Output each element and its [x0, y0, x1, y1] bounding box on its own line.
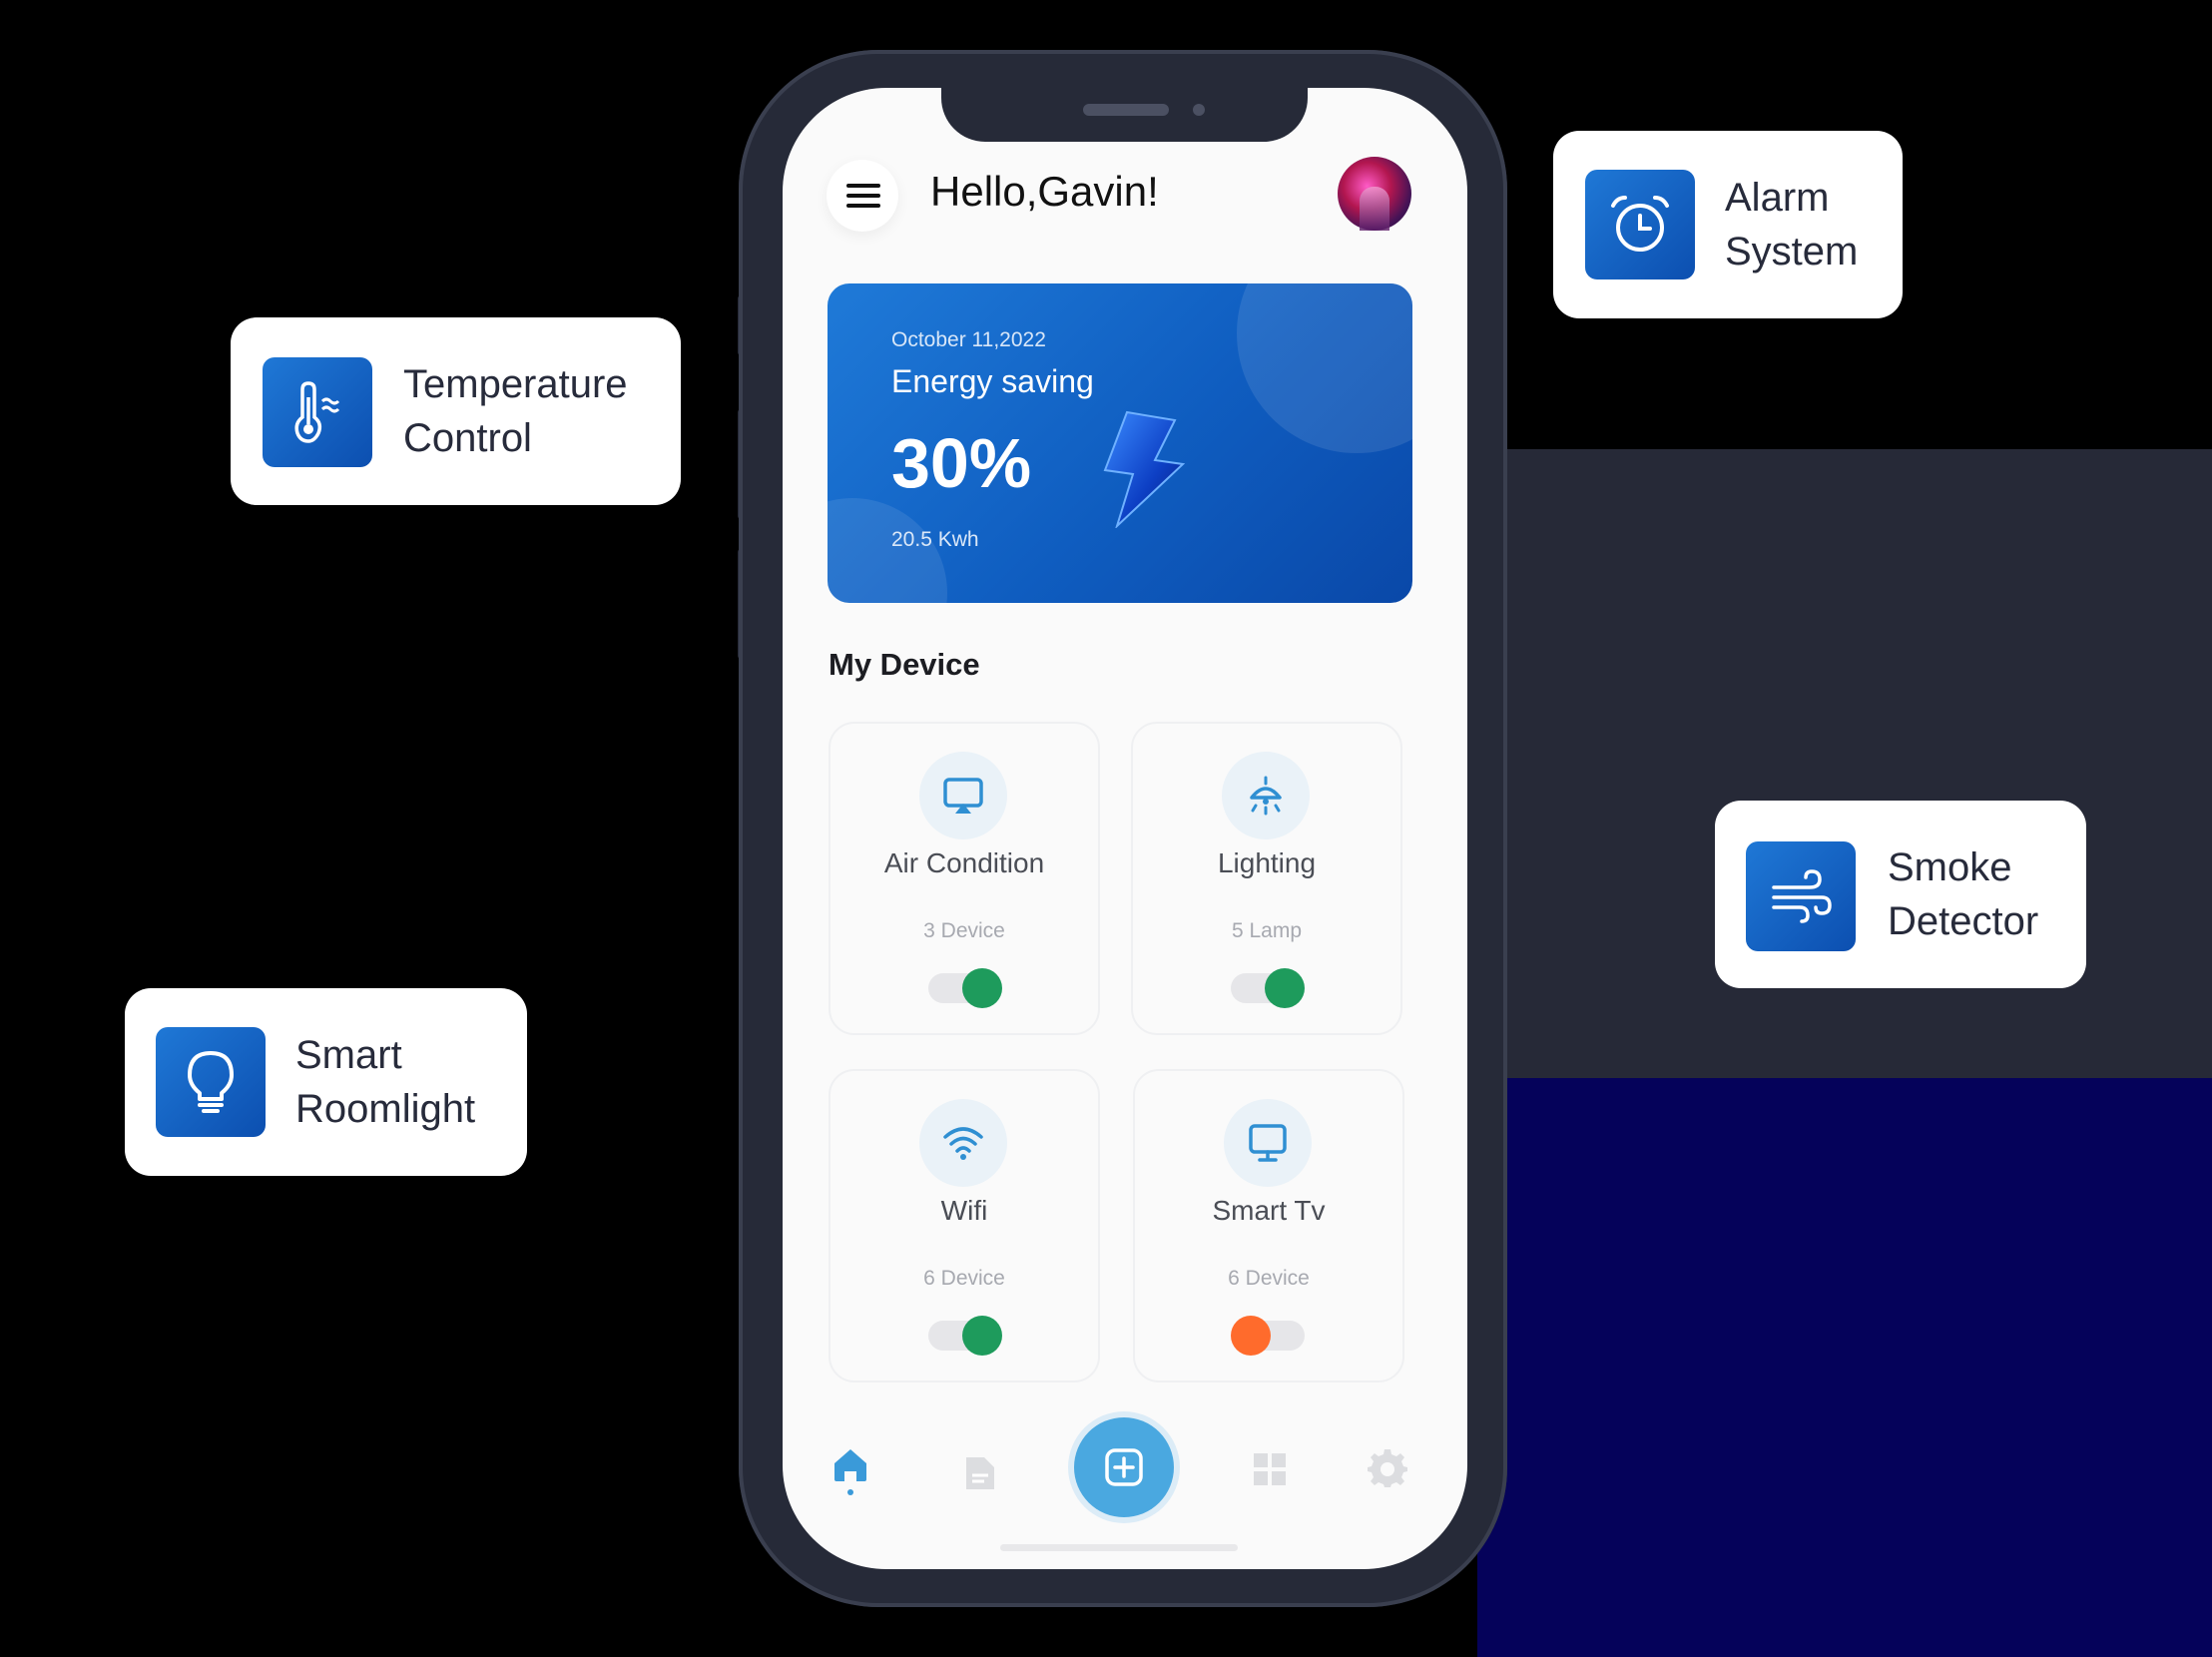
feature-title-line2: Roomlight	[295, 1087, 476, 1131]
phone-notch	[941, 88, 1308, 142]
thermometer-icon	[263, 357, 372, 467]
energy-percent: 30%	[891, 424, 1032, 502]
background-panel	[1477, 449, 2212, 1148]
camera	[1193, 104, 1205, 116]
wind-icon	[1746, 841, 1856, 951]
energy-title: Energy saving	[891, 363, 1094, 399]
avatar[interactable]	[1338, 157, 1411, 231]
feature-title-line1: Temperature	[403, 362, 628, 406]
my-device-title: My Device	[829, 647, 980, 682]
background-panel-blue	[1477, 1078, 2212, 1657]
device-name: Smart Tv	[1212, 1195, 1326, 1226]
feature-card-smart-roomlight[interactable]: Smart Roomlight	[125, 988, 527, 1176]
active-indicator	[847, 1489, 853, 1495]
device-card-wifi[interactable]: Wifi 6 Device	[829, 1069, 1100, 1382]
energy-date: October 11,2022	[891, 328, 1046, 351]
device-toggle[interactable]	[1231, 1316, 1305, 1356]
energy-kwh: 20.5 Kwh	[891, 528, 979, 551]
device-toggle[interactable]	[928, 968, 1002, 1008]
home-icon[interactable]	[830, 1445, 870, 1485]
feature-card-smoke-detector[interactable]: Smoke Detector	[1715, 801, 2086, 988]
wifi-icon	[919, 1099, 1007, 1187]
menu-button[interactable]	[827, 160, 898, 232]
air-conditioner-icon	[919, 752, 1007, 839]
lamp-icon	[1222, 752, 1310, 839]
device-card-smart-tv[interactable]: Smart Tv 6 Device	[1133, 1069, 1404, 1382]
gear-icon[interactable]	[1368, 1447, 1407, 1487]
add-button[interactable]	[1074, 1417, 1174, 1517]
device-count: 6 Device	[923, 1267, 1005, 1290]
device-card-lighting[interactable]: Lighting 5 Lamp	[1131, 722, 1402, 1035]
feature-title-line2: Control	[403, 416, 532, 460]
device-toggle[interactable]	[928, 1316, 1002, 1356]
feature-title-line1: Smart	[295, 1033, 402, 1077]
device-name: Wifi	[940, 1195, 988, 1226]
alarm-clock-icon	[1585, 170, 1695, 279]
speaker	[1083, 104, 1169, 116]
home-indicator	[1000, 1544, 1238, 1551]
feature-title-line1: Alarm	[1725, 176, 1830, 220]
feature-title-line1: Smoke	[1888, 845, 2012, 889]
greeting-title: Hello,Gavin!	[930, 168, 1159, 215]
feature-title-line2: System	[1725, 230, 1859, 274]
device-count: 6 Device	[1228, 1267, 1310, 1290]
feature-card-alarm-system[interactable]: Alarm System	[1553, 131, 1903, 318]
add-icon	[1105, 1448, 1143, 1486]
feature-card-temperature-control[interactable]: Temperature Control	[231, 317, 681, 505]
feature-title-line2: Detector	[1888, 899, 2039, 943]
device-count: 3 Device	[923, 919, 1005, 942]
device-count: 5 Lamp	[1231, 919, 1303, 942]
device-toggle[interactable]	[1231, 968, 1305, 1008]
monitor-icon	[1224, 1099, 1312, 1187]
document-icon[interactable]	[960, 1453, 1000, 1493]
lightning-bolt-icon	[1103, 410, 1186, 528]
device-name: Air Condition	[883, 847, 1045, 878]
energy-saving-card[interactable]: October 11,2022 Energy saving 30% 20.5 K…	[828, 283, 1412, 603]
device-card-air-condition[interactable]: Air Condition 3 Device	[829, 722, 1100, 1035]
lightbulb-icon	[156, 1027, 266, 1137]
device-name: Lighting	[1217, 847, 1317, 878]
grid-icon[interactable]	[1250, 1449, 1290, 1489]
